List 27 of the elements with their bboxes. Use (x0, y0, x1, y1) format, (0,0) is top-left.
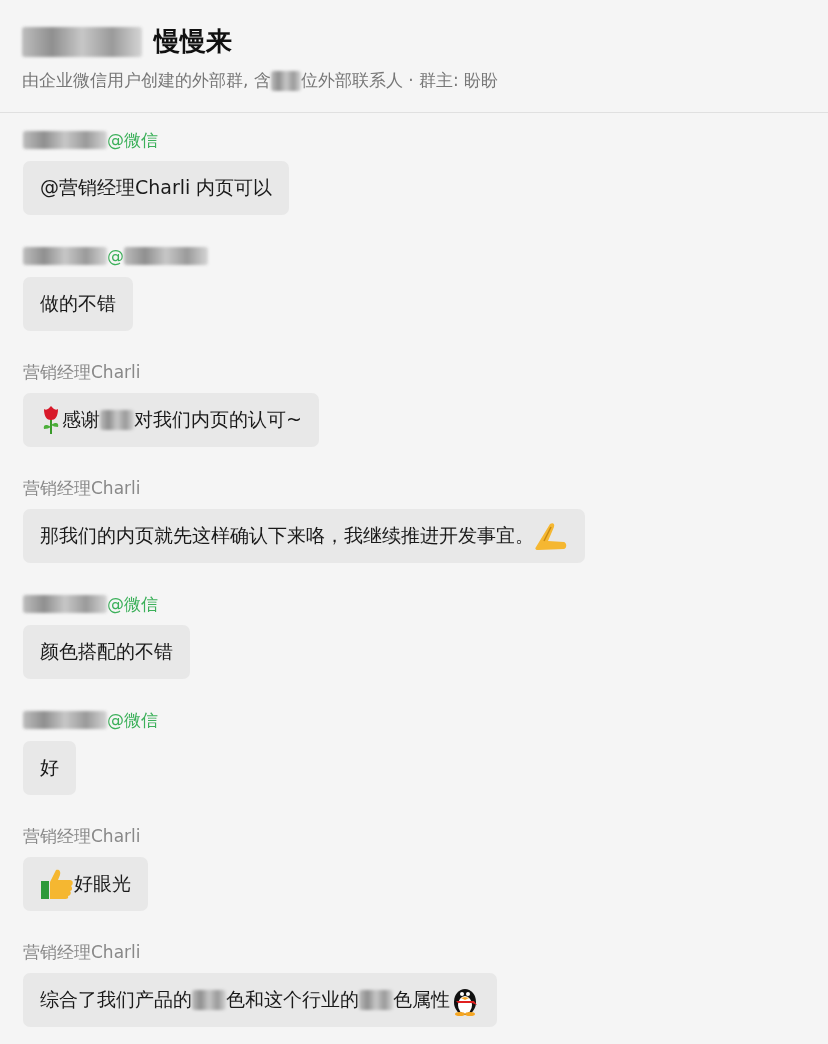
chat-subtitle: 位外部联系人 · 群主: 盼盼 (300, 69, 499, 92)
message-text: 好 (40, 755, 59, 780)
source-tag: @微信 (107, 708, 158, 732)
redaction-blur (270, 70, 301, 91)
message-text: 色和这个行业的 (226, 987, 359, 1012)
source-tag: @微信 (107, 592, 158, 616)
message-text: @营销经理Charli 内页可以 (40, 175, 273, 200)
message-text: 综合了我们产品的 (40, 987, 192, 1012)
chat-title: 慢慢来 (154, 25, 232, 58)
message-text: 感谢 (62, 407, 100, 432)
source-tag: @ (107, 246, 124, 266)
message-text: 颜色搭配的不错 (40, 639, 173, 664)
redaction-blur (359, 990, 393, 1010)
message-text: 对我们内页的认可~ (134, 407, 302, 432)
message-text: 色属性 (393, 987, 450, 1012)
message-text: 那我们的内页就先这样确认下来咯，我继续推进开发事宜。 (40, 523, 534, 548)
sender-name: 营销经理Charli (23, 824, 141, 848)
chat-subtitle: 由企业微信用户创建的外部群, 含 (22, 69, 271, 92)
redaction-blur (192, 990, 226, 1010)
sender-name: 营销经理Charli (23, 360, 141, 384)
sender-name: 营销经理Charli (23, 940, 141, 964)
source-tag: @微信 (107, 128, 158, 152)
message-text: 好眼光 (74, 871, 131, 896)
redaction-blur (100, 410, 134, 430)
thumbs-up-icon (40, 868, 74, 900)
sender-name: 营销经理Charli (23, 476, 141, 500)
message-text: 做的不错 (40, 291, 116, 316)
